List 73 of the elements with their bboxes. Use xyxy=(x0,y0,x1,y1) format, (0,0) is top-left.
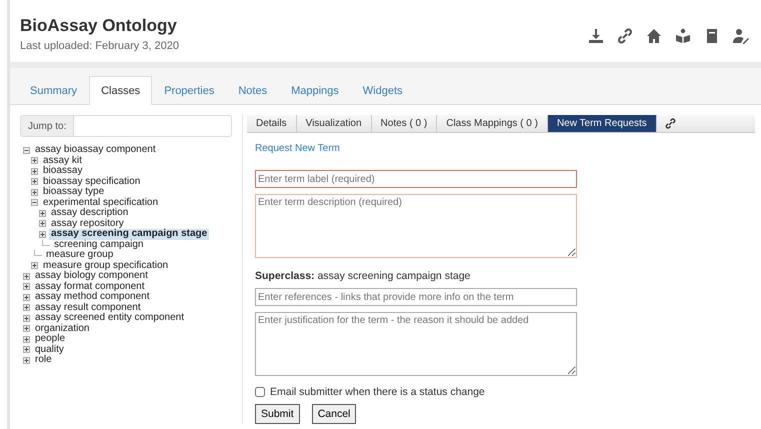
expand-icon[interactable] xyxy=(31,157,38,164)
tab[interactable]: Widgets xyxy=(350,76,415,105)
expand-icon[interactable] xyxy=(31,178,38,186)
expand-icon[interactable] xyxy=(39,230,46,238)
tree-item[interactable]: bioassay specification xyxy=(41,176,142,187)
references-field[interactable]: Enter references - links that provide more info on the term xyxy=(255,288,577,306)
tree-item[interactable]: quality xyxy=(33,344,66,355)
detail-tab[interactable]: Visualization xyxy=(296,115,372,132)
detail-tab[interactable]: Details xyxy=(247,115,297,132)
expand-icon[interactable] xyxy=(23,283,30,290)
link-icon[interactable] xyxy=(617,28,633,44)
email-checkbox[interactable] xyxy=(255,387,265,397)
tab[interactable]: Mappings xyxy=(279,76,351,105)
home-icon[interactable] xyxy=(646,28,662,44)
tree-item[interactable]: bioassay type xyxy=(41,187,106,198)
form-button[interactable]: Submit xyxy=(255,404,300,424)
justification-field[interactable]: Enter justification for the term - the reason it should be added xyxy=(255,312,577,376)
expand-icon[interactable] xyxy=(23,272,30,280)
tree-item[interactable]: assay kit xyxy=(41,156,84,166)
reader-icon[interactable] xyxy=(675,28,691,44)
detail-tab[interactable]: Notes ( 0 ) xyxy=(372,115,438,132)
expand-icon[interactable] xyxy=(23,346,30,354)
tree-item[interactable]: screening campaign xyxy=(52,240,146,250)
tab[interactable]: Properties xyxy=(152,76,226,105)
expand-icon[interactable] xyxy=(23,325,30,332)
tree-item[interactable]: assay bioassay component xyxy=(33,145,158,156)
tree-item[interactable]: bioassay xyxy=(41,166,84,176)
email-checkbox-label: Email submitter when there is a status change xyxy=(270,386,485,398)
tree-item[interactable]: assay format component xyxy=(33,282,146,292)
detail-tab[interactable]: New Term Requests xyxy=(548,115,657,132)
page-title: BioAssay Ontology xyxy=(20,16,178,36)
tab[interactable]: Classes xyxy=(89,76,152,105)
expand-icon[interactable] xyxy=(39,220,46,228)
expand-icon[interactable] xyxy=(39,210,46,217)
tree-item[interactable]: assay description xyxy=(49,208,130,218)
expand-icon[interactable] xyxy=(31,188,38,196)
upload-date: Last uploaded: February 3, 2020 xyxy=(20,40,180,52)
collapse-icon[interactable] xyxy=(31,199,38,206)
tree-item[interactable]: role xyxy=(33,355,54,366)
request-new-term-link[interactable]: Request New Term xyxy=(255,143,579,154)
download-icon[interactable] xyxy=(588,28,604,44)
term-description-field[interactable]: Enter term description (required) xyxy=(255,194,577,258)
tree-line-icon xyxy=(42,240,50,246)
tree-item[interactable]: assay result component xyxy=(33,302,143,313)
tree-item[interactable]: assay biology component xyxy=(33,271,150,282)
tree-item[interactable]: assay repository xyxy=(49,218,126,229)
tab[interactable]: Summary xyxy=(18,76,90,105)
tree-item[interactable]: measure group specification xyxy=(41,260,170,271)
expand-icon[interactable] xyxy=(23,356,30,364)
superclass-text: Superclass: assay screening campaign stage xyxy=(255,270,472,282)
term-label-field[interactable]: Enter term label (required) xyxy=(255,170,577,188)
tree-item[interactable]: assay method component xyxy=(33,292,152,302)
expand-icon[interactable] xyxy=(23,294,30,301)
expand-icon[interactable] xyxy=(31,262,38,270)
tree-item[interactable]: organization xyxy=(33,324,92,334)
tree-item[interactable]: measure group xyxy=(44,250,116,260)
jump-to-label: Jump to: xyxy=(20,115,74,137)
jump-to-field[interactable] xyxy=(73,115,232,137)
tab[interactable]: Notes xyxy=(226,76,280,105)
tree-line-icon xyxy=(34,250,42,256)
user-edit-icon[interactable] xyxy=(733,28,749,44)
expand-icon[interactable] xyxy=(23,304,30,312)
link-icon[interactable] xyxy=(664,118,676,129)
form-button[interactable]: Cancel xyxy=(312,404,356,424)
book-icon[interactable] xyxy=(704,28,720,44)
tree-item[interactable]: people xyxy=(33,334,68,344)
expand-icon[interactable] xyxy=(23,336,30,343)
collapse-icon[interactable] xyxy=(23,146,30,154)
expand-icon[interactable] xyxy=(23,314,30,322)
expand-icon[interactable] xyxy=(31,168,38,175)
tree-item[interactable]: assay screened entity component xyxy=(33,313,186,324)
tree-item[interactable]: assay screening campaign stage xyxy=(49,229,210,240)
tree-item[interactable]: experimental specification xyxy=(41,198,160,208)
